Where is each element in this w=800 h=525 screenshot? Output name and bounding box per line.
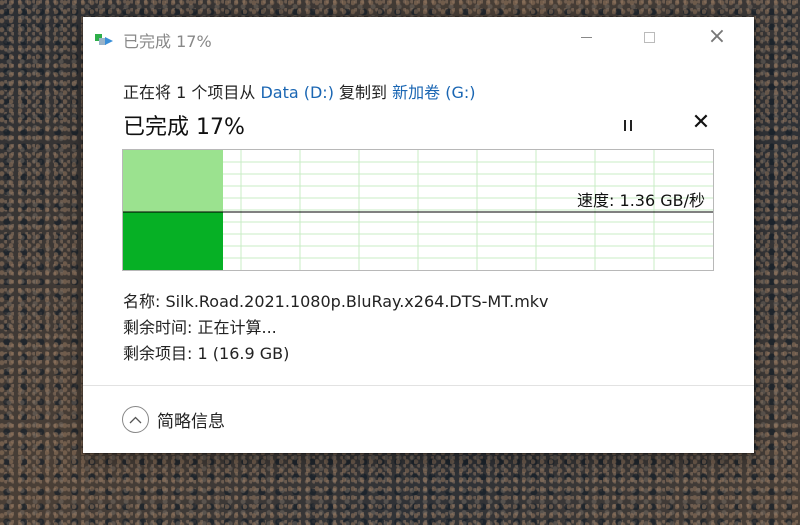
- items-remaining-row: 剩余项目: 1 (16.9 GB): [123, 341, 549, 367]
- copy-details: 名称: Silk.Road.2021.1080p.BluRay.x264.DTS…: [123, 289, 549, 367]
- speed-graph: 速度: 1.36 GB/秒: [122, 149, 714, 271]
- minimize-icon: [580, 36, 592, 38]
- name-label: 名称:: [123, 292, 161, 311]
- less-details-button[interactable]: 简略信息: [122, 406, 225, 433]
- items-remaining-label: 剩余项目:: [123, 344, 193, 363]
- less-details-label: 简略信息: [157, 412, 225, 432]
- title-bar[interactable]: 已完成 17% ×: [83, 17, 754, 61]
- pause-button[interactable]: [618, 116, 638, 134]
- minimize-button[interactable]: [563, 17, 609, 57]
- progress-fill-upper: [123, 150, 223, 212]
- copy-progress-dialog: 已完成 17% × 正在将 1 个项目从 Data (D:) 复制到 新加卷 (…: [83, 17, 754, 453]
- maximize-icon: [643, 31, 655, 43]
- close-window-button[interactable]: ×: [694, 17, 740, 57]
- time-remaining-row: 剩余时间: 正在计算...: [123, 315, 549, 341]
- time-remaining-value: 正在计算...: [197, 318, 277, 337]
- name-value: Silk.Road.2021.1080p.BluRay.x264.DTS-MT.…: [165, 292, 549, 311]
- progress-status: 已完成 17%: [123, 115, 245, 140]
- source-link[interactable]: Data (D:): [260, 83, 333, 102]
- progress-fill-lower: [123, 212, 223, 270]
- name-row: 名称: Silk.Road.2021.1080p.BluRay.x264.DTS…: [123, 289, 549, 315]
- chevron-up-icon: [122, 406, 149, 433]
- copy-middle-text: 复制到: [333, 83, 393, 102]
- copy-prefix-text: 正在将 1 个项目从: [123, 83, 261, 102]
- cancel-button[interactable]: ✕: [690, 112, 712, 134]
- pause-icon: [624, 119, 626, 131]
- close-icon: ×: [707, 24, 727, 49]
- footer-divider: [83, 385, 754, 386]
- items-remaining-value: 1 (16.9 GB): [197, 344, 290, 363]
- time-remaining-label: 剩余时间:: [123, 318, 193, 337]
- speed-readout: 速度: 1.36 GB/秒: [577, 191, 705, 210]
- copy-files-icon: [95, 34, 115, 46]
- window-title: 已完成 17%: [123, 32, 212, 51]
- maximize-button[interactable]: [626, 17, 672, 57]
- destination-link[interactable]: 新加卷 (G:): [392, 83, 475, 102]
- copy-description: 正在将 1 个项目从 Data (D:) 复制到 新加卷 (G:): [123, 79, 476, 103]
